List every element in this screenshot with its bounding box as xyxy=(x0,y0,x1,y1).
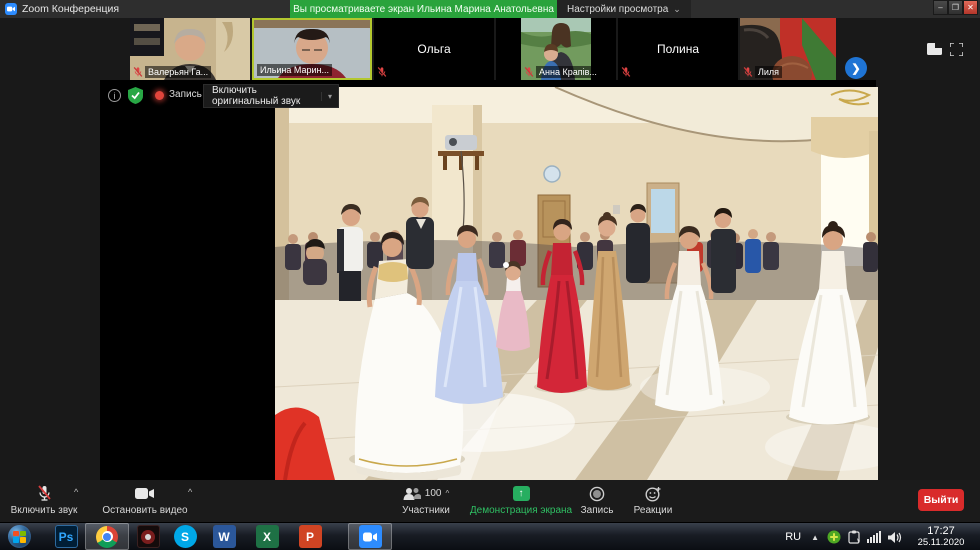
zoom-meeting-window: Zoom Конференция Вы просматриваете экран… xyxy=(0,0,980,550)
screen-recorder-icon xyxy=(137,525,160,548)
language-indicator[interactable]: RU xyxy=(785,531,801,543)
windows-logo-icon xyxy=(13,531,26,543)
muted-mic-icon xyxy=(377,66,387,78)
system-tray: RU ▲ xyxy=(785,523,980,550)
view-settings-menu[interactable]: Настройки просмотра ⌄ xyxy=(557,0,691,18)
participant-name: Полина xyxy=(618,18,738,80)
chevron-down-icon: ⌄ xyxy=(673,4,681,15)
clipboard-tray-icon[interactable] xyxy=(848,530,860,544)
skype-icon: S xyxy=(174,525,197,548)
chrome-icon xyxy=(96,526,118,548)
next-participants-button[interactable]: ❯ xyxy=(845,57,867,79)
participant-name: Анна Крапів... xyxy=(536,66,600,78)
participant-name: Ильина Марин... xyxy=(257,64,332,76)
taskbar-item-photoshop[interactable]: Ps xyxy=(44,523,88,550)
participant-name: Валерьян Га... xyxy=(145,66,211,78)
ballroom-scene xyxy=(275,87,878,480)
participant-tile-olga[interactable]: Ольга xyxy=(374,18,494,80)
view-settings-label: Настройки просмотра xyxy=(567,4,668,15)
leave-meeting-button[interactable]: Выйти xyxy=(918,489,964,511)
video-options-caret[interactable]: ^ xyxy=(188,487,192,497)
stop-video-label: Остановить видео xyxy=(102,505,187,516)
participants-caret[interactable]: ^ xyxy=(445,489,449,498)
shared-screen-video xyxy=(275,87,878,480)
share-screen-label: Демонстрация экрана xyxy=(470,505,572,516)
participants-label: Участники xyxy=(402,505,450,516)
reactions-label: Реакции xyxy=(634,505,673,516)
volume-icon[interactable] xyxy=(888,531,903,544)
participant-name: Лиля xyxy=(755,66,782,78)
mic-options-caret[interactable]: ^ xyxy=(74,487,78,497)
muted-mic-icon xyxy=(743,66,753,78)
participant-tile-lilya[interactable]: Лиля xyxy=(740,18,836,80)
record-icon xyxy=(589,486,605,502)
unmute-button[interactable]: Включить звук ^ xyxy=(2,482,86,520)
hidden-icons-caret[interactable]: ▲ xyxy=(811,533,819,542)
participant-tile-polina[interactable]: Полина xyxy=(618,18,738,80)
tray-date: 25.11.2020 xyxy=(910,538,972,549)
tray-time: 17:27 xyxy=(910,525,972,538)
taskbar-item-word[interactable]: W xyxy=(202,523,246,550)
participant-tile-ilyina[interactable]: Ильина Марин... xyxy=(252,18,372,80)
muted-mic-icon xyxy=(524,66,534,78)
muted-mic-icon xyxy=(133,66,143,78)
antivirus-tray-icon[interactable] xyxy=(827,530,841,544)
title-bar: Zoom Конференция Вы просматриваете экран… xyxy=(0,0,980,18)
participants-filmstrip: Валерьян Га... Ильина Марин... Ольга xyxy=(0,18,980,80)
original-sound-button[interactable]: Включить оригинальный звук ▾ xyxy=(203,84,339,108)
record-label: Запись xyxy=(581,505,614,516)
participants-icon xyxy=(403,487,421,501)
taskbar-item-zoom[interactable] xyxy=(348,523,392,550)
window-title: Zoom Конференция xyxy=(22,3,119,15)
share-screen-button[interactable]: ↑ Демонстрация экрана xyxy=(466,482,576,520)
mic-muted-icon xyxy=(37,485,52,502)
close-button[interactable]: ✕ xyxy=(963,0,978,15)
recording-indicator-icon[interactable] xyxy=(155,91,164,100)
taskbar-item-powerpoint[interactable]: P xyxy=(288,523,332,550)
photoshop-icon: Ps xyxy=(55,525,78,548)
participants-count: 100 xyxy=(425,488,442,499)
powerpoint-icon: P xyxy=(299,525,322,548)
taskbar-item-chrome[interactable] xyxy=(85,523,129,550)
meeting-toolbar: Включить звук ^ Остановить видео ^ xyxy=(0,480,980,522)
excel-icon: X xyxy=(256,525,279,548)
windows-taskbar: Ps S W X P xyxy=(0,522,980,550)
taskbar-item-skype[interactable]: S xyxy=(163,523,207,550)
taskbar-item-excel[interactable]: X xyxy=(245,523,289,550)
fullscreen-icon[interactable] xyxy=(950,43,963,56)
participant-name: Ольга xyxy=(374,18,494,80)
muted-mic-icon xyxy=(621,66,631,78)
reactions-button[interactable]: Реакции xyxy=(626,482,680,520)
maximize-button[interactable]: ❐ xyxy=(948,0,963,15)
info-icon[interactable]: i xyxy=(108,89,121,102)
participants-button[interactable]: 100 ^ Участники xyxy=(388,482,464,520)
start-button[interactable] xyxy=(8,525,31,548)
zoom-taskbar-icon xyxy=(359,525,382,548)
participant-tile-anna[interactable]: Анна Крапів... xyxy=(496,18,616,80)
unmute-label: Включить звук xyxy=(11,505,78,516)
camera-icon xyxy=(135,487,155,500)
encryption-shield-icon[interactable] xyxy=(128,87,143,104)
gallery-view-icon[interactable] xyxy=(927,43,942,55)
shared-screen-letterbox: i Запись Включить оригинальный звук ▾ xyxy=(100,80,876,480)
original-sound-label: Включить оригинальный звук xyxy=(212,85,313,107)
stop-video-button[interactable]: Остановить видео ^ xyxy=(92,482,198,520)
minimize-button[interactable]: – xyxy=(933,0,948,15)
viewing-screen-banner: Вы просматриваете экран Ильина Марина Ан… xyxy=(290,0,557,18)
shared-screen-area: i Запись Включить оригинальный звук ▾ xyxy=(0,80,980,480)
tray-clock[interactable]: 17:27 25.11.2020 xyxy=(910,525,972,549)
word-icon: W xyxy=(213,525,236,548)
network-signal-icon[interactable] xyxy=(867,531,881,543)
participant-tile-valeryan[interactable]: Валерьян Га... xyxy=(130,18,250,80)
record-button[interactable]: Запись xyxy=(572,482,622,520)
recording-label: Запись xyxy=(169,89,202,100)
zoom-app-icon xyxy=(5,3,17,15)
share-screen-icon: ↑ xyxy=(513,486,530,501)
reactions-smiley-icon xyxy=(645,486,662,502)
chevron-down-icon: ▾ xyxy=(321,92,332,101)
